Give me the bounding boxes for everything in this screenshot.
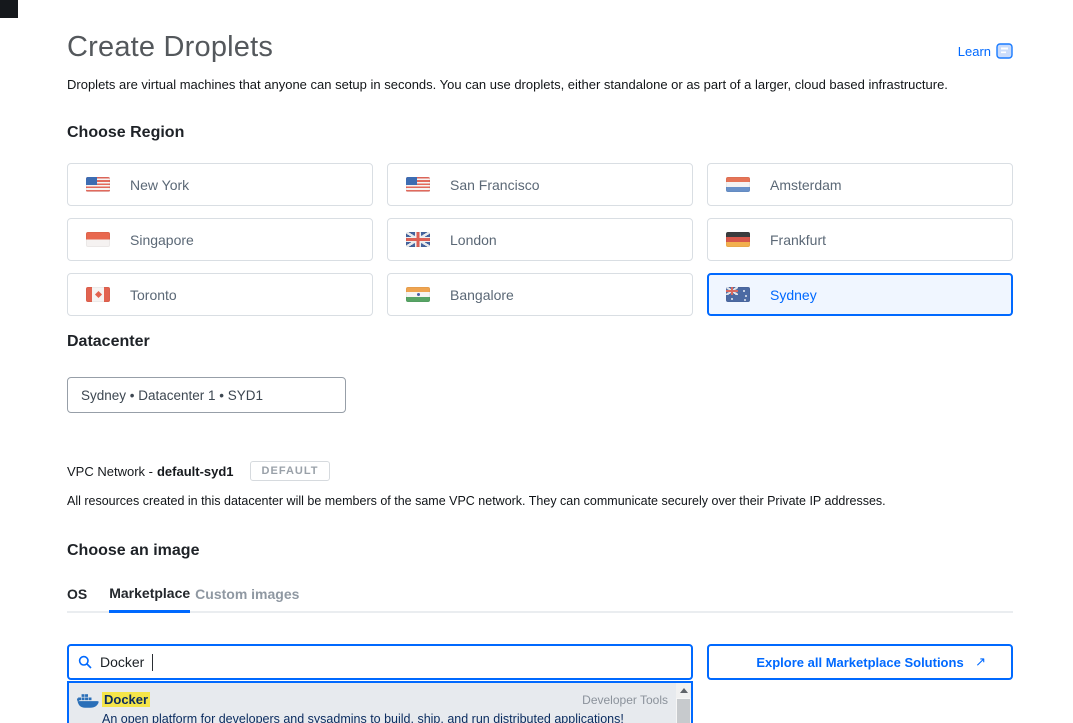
search-result-docker[interactable]: Docker Developer Tools An open platform … xyxy=(69,683,676,723)
region-grid: New York San Francisco Amsterdam Singapo… xyxy=(67,163,1013,316)
uk-flag-icon xyxy=(406,232,430,247)
region-label: Bangalore xyxy=(450,287,514,303)
datacenter-select[interactable]: Sydney • Datacenter 1 • SYD1 xyxy=(67,377,346,413)
tab-marketplace-active[interactable]: Marketplace xyxy=(109,585,190,613)
vpc-default-badge: DEFAULT xyxy=(250,461,331,481)
region-card-sydney-selected[interactable]: Sydney xyxy=(707,273,1013,316)
region-label: Frankfurt xyxy=(770,232,826,248)
singapore-flag-icon xyxy=(86,232,110,247)
region-label: Sydney xyxy=(770,287,817,303)
chevron-up-icon xyxy=(680,688,688,693)
region-card-amsterdam[interactable]: Amsterdam xyxy=(707,163,1013,206)
canada-flag-icon xyxy=(86,287,110,302)
create-droplets-page: Create Droplets Learn Droplets are virtu… xyxy=(0,0,1073,723)
region-card-bangalore[interactable]: Bangalore xyxy=(387,273,693,316)
region-card-new-york[interactable]: New York xyxy=(67,163,373,206)
result-title-highlighted: Docker xyxy=(102,692,150,707)
learn-link[interactable]: Learn xyxy=(958,43,1013,59)
us-flag-icon xyxy=(86,177,110,192)
external-arrow-icon: ↗ xyxy=(975,654,986,670)
tab-custom-images[interactable]: Custom images xyxy=(195,586,299,611)
image-tabs: OS Marketplace Custom images xyxy=(67,585,1013,613)
region-label: Toronto xyxy=(130,287,177,303)
search-icon xyxy=(78,655,92,669)
region-card-singapore[interactable]: Singapore xyxy=(67,218,373,261)
result-description: An open platform for developers and sysa… xyxy=(102,712,668,723)
marketplace-search-input[interactable]: Docker xyxy=(67,644,693,680)
germany-flag-icon xyxy=(726,232,750,247)
choose-image-heading: Choose an image xyxy=(67,542,1013,560)
explore-button-label: Explore all Marketplace Solutions xyxy=(756,655,963,670)
australia-flag-icon xyxy=(726,287,750,302)
result-category: Developer Tools xyxy=(582,693,668,707)
vpc-network-label: VPC Network - xyxy=(67,464,153,479)
learn-link-label: Learn xyxy=(958,44,991,59)
choose-region-heading: Choose Region xyxy=(67,124,1013,142)
region-card-london[interactable]: London xyxy=(387,218,693,261)
search-input-value: Docker xyxy=(100,654,144,670)
scrollbar-thumb[interactable] xyxy=(677,699,690,723)
region-card-toronto[interactable]: Toronto xyxy=(67,273,373,316)
explore-marketplace-button[interactable]: Explore all Marketplace Solutions ↗ xyxy=(707,644,1013,680)
corner-dark-square xyxy=(0,0,18,18)
india-flag-icon xyxy=(406,287,430,302)
netherlands-flag-icon xyxy=(726,177,750,192)
datacenter-heading: Datacenter xyxy=(67,333,1013,351)
region-label: San Francisco xyxy=(450,177,539,193)
region-label: London xyxy=(450,232,497,248)
datacenter-selected-value: Sydney • Datacenter 1 • SYD1 xyxy=(81,388,263,403)
docker-whale-icon xyxy=(77,693,99,716)
scroll-up-button[interactable] xyxy=(676,683,691,698)
region-label: New York xyxy=(130,177,189,193)
dropdown-scrollbar[interactable] xyxy=(676,683,691,723)
region-label: Amsterdam xyxy=(770,177,842,193)
vpc-description: All resources created in this datacenter… xyxy=(67,494,1013,508)
region-card-frankfurt[interactable]: Frankfurt xyxy=(707,218,1013,261)
docs-icon xyxy=(996,43,1013,59)
page-subtitle: Droplets are virtual machines that anyon… xyxy=(67,77,1013,92)
text-caret xyxy=(152,654,153,671)
search-results-dropdown: Docker Developer Tools An open platform … xyxy=(67,681,693,723)
region-label: Singapore xyxy=(130,232,194,248)
page-title: Create Droplets xyxy=(67,31,273,64)
tab-os[interactable]: OS xyxy=(67,586,87,611)
region-card-san-francisco[interactable]: San Francisco xyxy=(387,163,693,206)
us-flag-icon xyxy=(406,177,430,192)
vpc-network-name: default-syd1 xyxy=(157,464,234,479)
